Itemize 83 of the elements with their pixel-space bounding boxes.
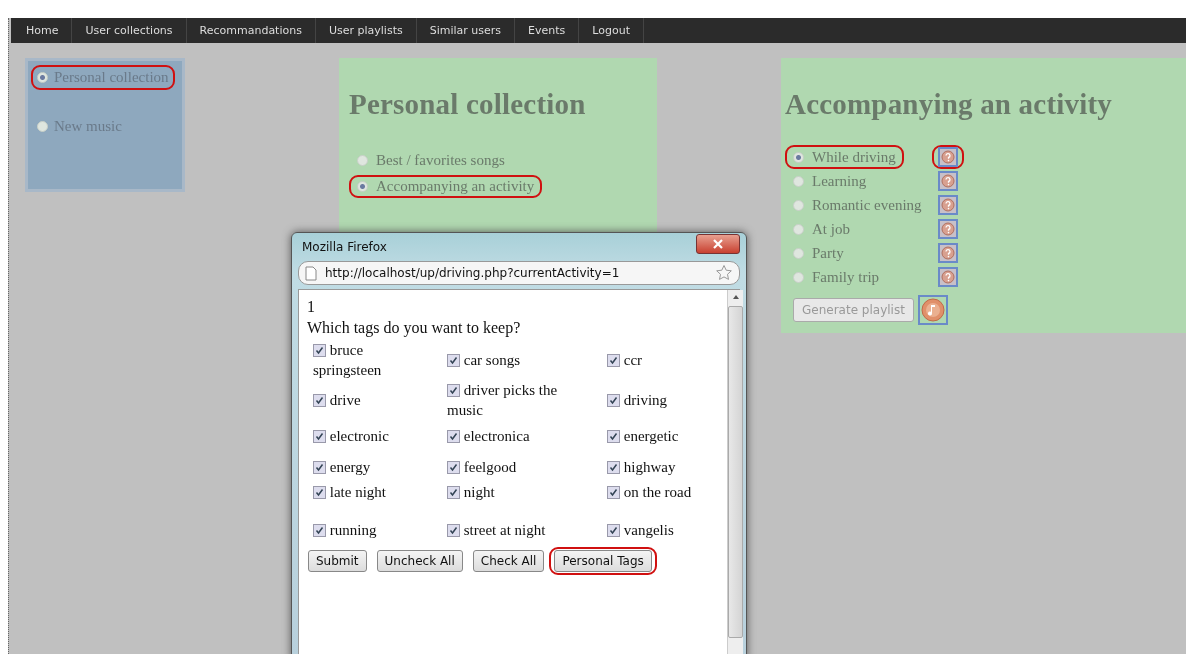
nav-link[interactable]: Events [515,18,580,43]
activity-label: Family trip [812,268,880,286]
checkbox[interactable] [447,354,460,367]
tag-checkbox[interactable]: energy [307,456,441,477]
nav-link[interactable]: User playlists [315,18,417,43]
panel-title: Accompanying an activity [785,88,1113,121]
activity-label: Learning [812,172,867,190]
radio-button[interactable] [793,271,804,283]
nav-link[interactable]: Similar users [416,18,516,43]
question-icon[interactable] [937,195,958,215]
checkbox[interactable] [607,354,620,367]
checkbox[interactable] [447,523,460,537]
checkbox[interactable] [313,394,326,407]
radio-button[interactable] [793,199,804,211]
tag-checkbox[interactable]: highway [601,456,721,477]
form-button[interactable]: Submit [308,550,367,572]
tag-checkbox[interactable]: driving [601,390,721,410]
checkbox[interactable] [607,523,620,537]
option-label: Best / favorites songs [376,152,505,169]
tag-checkbox[interactable]: ccr [601,350,721,370]
address-bar[interactable]: http://localhost/up/driving.php?currentActivity=1 [298,261,740,285]
close-button[interactable] [696,234,740,254]
nav-link[interactable]: Logout [579,18,644,43]
page-text: 1 [307,297,316,317]
activity-label: Romantic evening [812,196,922,214]
checkbox[interactable] [607,394,620,407]
option-label: Accompanying an activity [376,178,535,195]
scroll-up-icon [731,294,740,300]
form-button[interactable]: Uncheck All [376,550,463,572]
form-button[interactable]: Check All [472,550,545,572]
panel-title: Personal collection [349,88,587,121]
tag-checkbox[interactable]: driver picks the music [441,380,567,420]
tag-checkbox[interactable]: late night [307,482,441,514]
checkbox[interactable] [447,460,460,474]
checkbox[interactable] [607,429,620,443]
question-icon[interactable] [937,267,958,287]
activity-label: Party [812,244,844,262]
checkbox[interactable] [313,523,326,537]
form-button[interactable]: Personal Tags [554,550,652,572]
activity-label: At job [812,220,850,238]
tag-checkbox[interactable]: vangelis [601,519,721,540]
radio-button[interactable] [357,181,368,192]
star-icon [715,264,733,282]
checkbox[interactable] [447,486,460,499]
checkbox[interactable] [313,429,326,443]
nav-link[interactable]: Home [13,18,73,43]
radio-button[interactable] [793,151,804,163]
tag-checkbox[interactable]: street at night [441,519,601,540]
radio-button[interactable] [357,155,368,166]
checkbox[interactable] [313,460,326,474]
checkbox[interactable] [447,429,460,443]
nav-link[interactable]: Recommandations [186,18,316,43]
tag-checkbox[interactable]: on the road [601,482,721,514]
tag-checkbox[interactable]: electronic [307,425,441,446]
radio-button[interactable] [793,175,804,187]
radio-button[interactable] [37,72,48,83]
tag-checkbox[interactable]: energetic [601,425,721,446]
checkbox[interactable] [313,344,326,357]
tag-checkbox[interactable]: night [441,482,601,514]
checkbox[interactable] [607,460,620,474]
question-icon[interactable] [937,243,958,263]
tag-checkbox[interactable]: feelgood [441,456,601,477]
music-note-icon[interactable] [917,295,948,325]
radio-button[interactable] [793,247,804,259]
checkbox[interactable] [313,486,326,499]
checkbox[interactable] [447,384,460,397]
activity-label: While driving [812,148,896,166]
tag-checkbox[interactable]: electronica [441,425,601,446]
page-icon [305,265,317,281]
window-title: Mozilla Firefox [302,240,387,254]
question-text: Which tags do you want to keep? [307,318,522,338]
question-icon[interactable] [937,147,958,167]
tag-checkbox[interactable]: running [307,519,441,540]
question-icon[interactable] [937,219,958,239]
close-icon [712,239,724,249]
nav-link[interactable]: User collections [72,18,187,43]
radio-button[interactable] [793,223,804,235]
radio-button[interactable] [37,121,48,132]
question-icon[interactable] [937,171,958,191]
tag-checkbox[interactable]: bruce springsteen [307,340,403,380]
tag-checkbox[interactable]: car songs [441,350,601,370]
tag-checkbox[interactable]: drive [307,390,441,410]
checkbox[interactable] [607,486,620,499]
